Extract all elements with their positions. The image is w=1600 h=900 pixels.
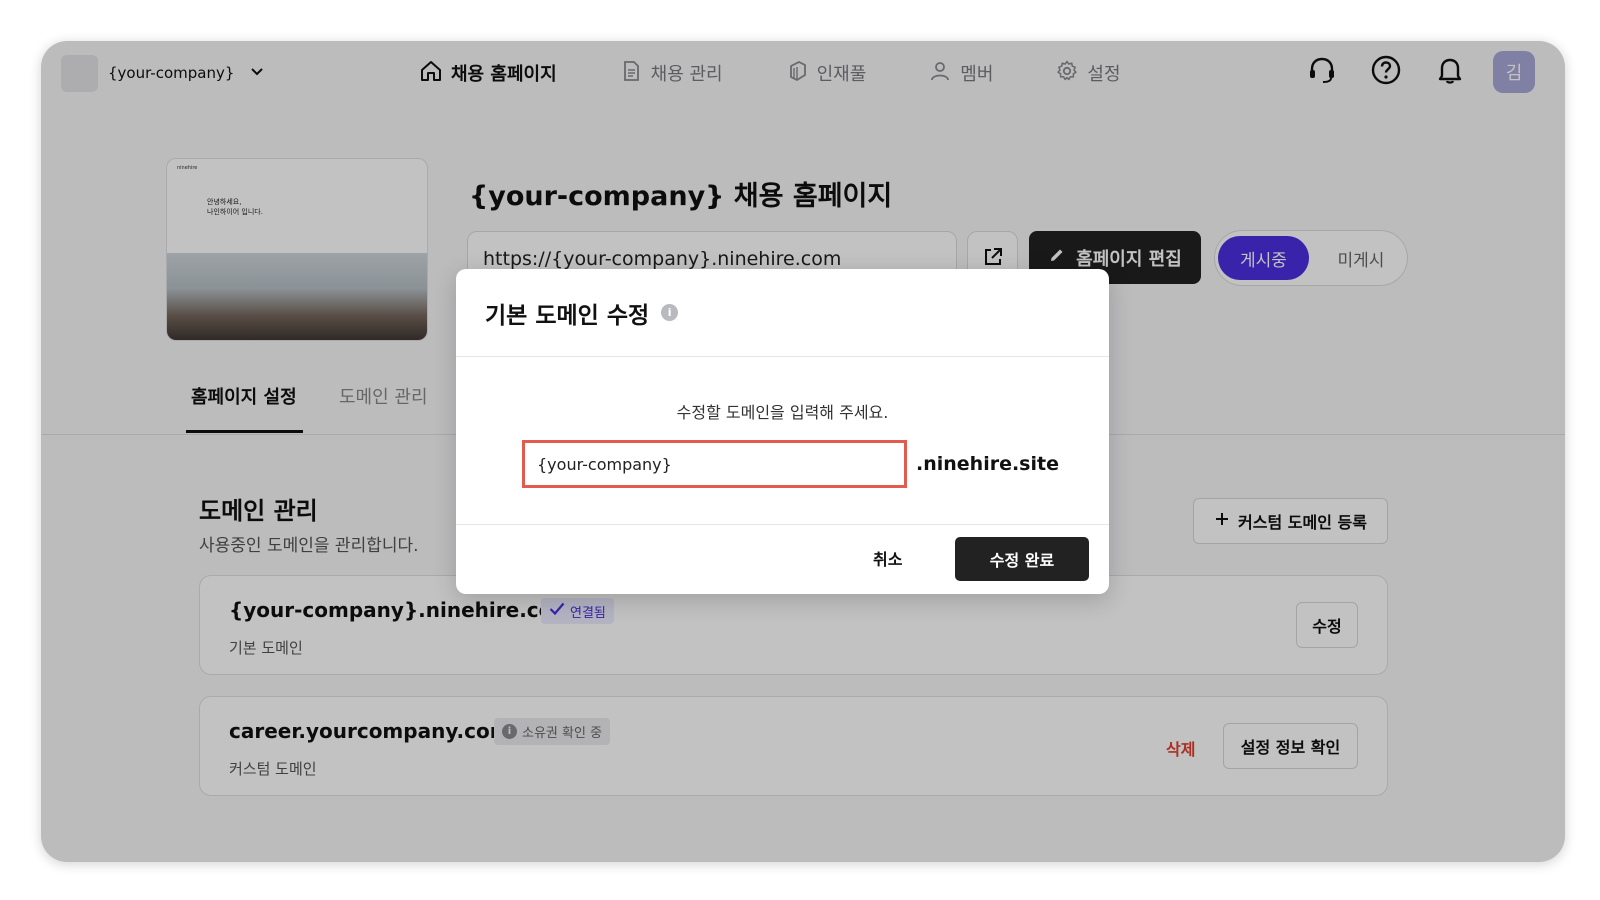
confirm-edit-button[interactable]: 수정 완료	[955, 537, 1089, 581]
modal-title: 기본 도메인 수정	[485, 302, 650, 329]
edit-default-domain-modal: 기본 도메인 수정 i 수정할 도메인을 입력해 주세요. {your-comp…	[456, 269, 1109, 594]
app-window: {your-company} 채용 홈페이지 채용 관리 인재풀 멤버 설정 김…	[41, 41, 1565, 862]
modal-description: 수정할 도메인을 입력해 주세요.	[676, 403, 889, 422]
modal-footer: 취소 수정 완료	[456, 524, 1109, 594]
cancel-button[interactable]: 취소	[873, 546, 902, 570]
domain-input[interactable]: {your-company}	[522, 440, 907, 488]
modal-header: 기본 도메인 수정 i	[456, 269, 1109, 357]
domain-suffix: .ninehire.site	[916, 453, 1059, 475]
info-icon[interactable]: i	[661, 304, 679, 321]
